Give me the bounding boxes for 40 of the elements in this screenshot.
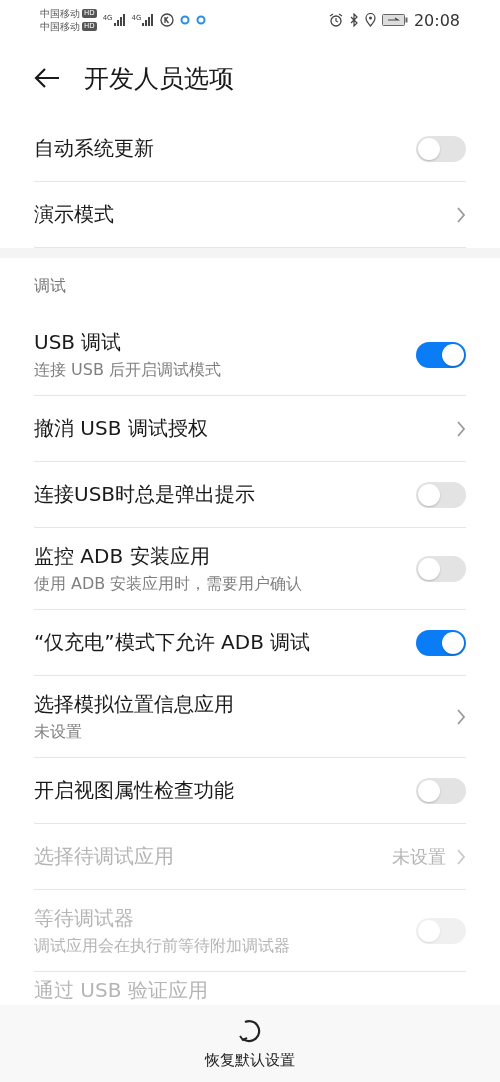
ring-icon <box>196 15 207 25</box>
row-subtitle: 连接 USB 后开启调试模式 <box>34 359 222 381</box>
carrier-name: 中国移动 <box>40 20 80 33</box>
chevron-icon <box>456 707 466 726</box>
row-subtitle: 调试应用会在执行前等待附加调试器 <box>34 935 291 957</box>
signal-icon <box>113 14 126 26</box>
row-title[interactable]: 开启视图属性检查功能 <box>34 777 406 804</box>
reset-defaults-button[interactable]: 恢复默认设置 <box>205 1051 295 1070</box>
toggle-switch[interactable] <box>416 341 466 368</box>
row-title[interactable]: 撤消 USB 调试授权 <box>34 415 446 442</box>
row-subtitle: 未设置 <box>34 721 83 743</box>
row-title[interactable]: “仅充电”模式下允许 ADB 调试 <box>34 629 406 656</box>
bluetooth-icon <box>348 13 359 27</box>
toggle-switch[interactable] <box>416 555 466 582</box>
section-header: 调试 <box>33 274 67 297</box>
toggle-switch[interactable] <box>416 777 466 804</box>
status-time: 20:08 <box>413 10 460 30</box>
ring-icon <box>180 15 191 25</box>
chevron-icon <box>456 205 466 224</box>
toggle-switch[interactable] <box>416 135 466 162</box>
toggle-switch[interactable] <box>416 481 466 508</box>
row-title[interactable]: 连接USB时总是弹出提示 <box>34 481 406 508</box>
battery-icon <box>381 14 408 26</box>
row-title[interactable]: 监控 ADB 安装应用 <box>34 542 406 570</box>
row-title[interactable]: 演示模式 <box>34 201 446 228</box>
row-value: 未设置 <box>392 844 446 869</box>
back-arrow-icon[interactable] <box>34 67 60 89</box>
location-icon <box>364 13 376 27</box>
chevron-icon <box>456 847 466 866</box>
row-subtitle: 使用 ADB 安装应用时，需要用户确认 <box>34 573 304 595</box>
row-title[interactable]: 选择模拟位置信息应用 <box>34 690 446 718</box>
row-title[interactable]: 自动系统更新 <box>34 135 406 162</box>
k-circle-icon <box>160 13 175 27</box>
toggle-switch[interactable] <box>416 629 466 656</box>
chevron-icon <box>456 419 466 438</box>
alarm-icon <box>328 13 343 27</box>
row-title[interactable]: USB 调试 <box>34 328 406 356</box>
carrier-name: 中国移动 <box>40 7 80 20</box>
signal-icon <box>142 14 155 26</box>
page-title: 开发人员选项 <box>84 62 234 95</box>
